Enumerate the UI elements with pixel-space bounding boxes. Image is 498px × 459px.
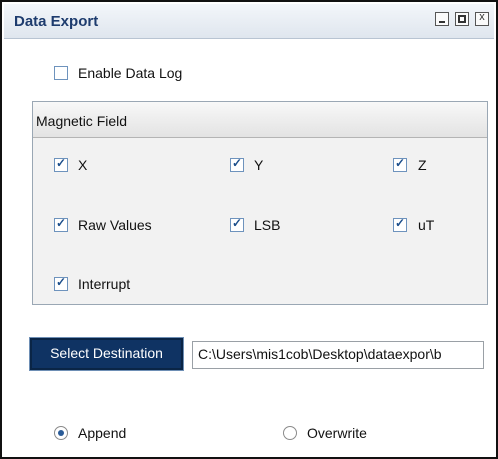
interrupt-label: Interrupt (78, 276, 131, 292)
z-label: Z (418, 157, 427, 173)
lsb-label: LSB (254, 217, 281, 233)
x-checkbox[interactable] (54, 156, 68, 172)
close-icon: x (479, 11, 485, 23)
y-label: Y (254, 157, 264, 173)
ut-checkbox[interactable] (393, 216, 407, 232)
lsb-checkbox[interactable] (230, 216, 244, 232)
group-header: Magnetic Field (33, 102, 487, 138)
minimize-button[interactable] (435, 12, 449, 26)
title-bar[interactable]: Data Export x (4, 4, 494, 39)
destination-path-field[interactable]: C:\Users\mis1cob\Desktop\dataexpor\b (192, 341, 484, 369)
window-title: Data Export (14, 13, 99, 30)
data-export-window: Data Export x Enable Data Log Magnetic F… (0, 0, 498, 459)
close-button[interactable]: x (475, 11, 489, 26)
z-checkbox[interactable] (393, 156, 407, 172)
ut-label: uT (418, 217, 435, 233)
enable-data-log-checkbox[interactable] (54, 66, 68, 80)
raw-values-checkbox[interactable] (54, 216, 68, 232)
overwrite-radio[interactable] (283, 426, 297, 440)
select-destination-button[interactable]: Select Destination (29, 337, 184, 371)
enable-data-log-label: Enable Data Log (78, 65, 183, 81)
group-title: Magnetic Field (36, 113, 128, 129)
interrupt-checkbox[interactable] (54, 275, 68, 291)
append-label: Append (78, 425, 127, 441)
y-checkbox[interactable] (230, 156, 244, 172)
raw-values-label: Raw Values (78, 217, 152, 233)
maximize-button[interactable] (455, 12, 469, 26)
append-radio[interactable] (54, 426, 68, 440)
magnetic-field-group: Magnetic Field X Y Z Raw Values LSB uT I… (32, 101, 488, 305)
overwrite-label: Overwrite (307, 425, 367, 441)
minimize-icon (439, 21, 445, 23)
maximize-icon (458, 15, 466, 23)
x-label: X (78, 157, 88, 173)
